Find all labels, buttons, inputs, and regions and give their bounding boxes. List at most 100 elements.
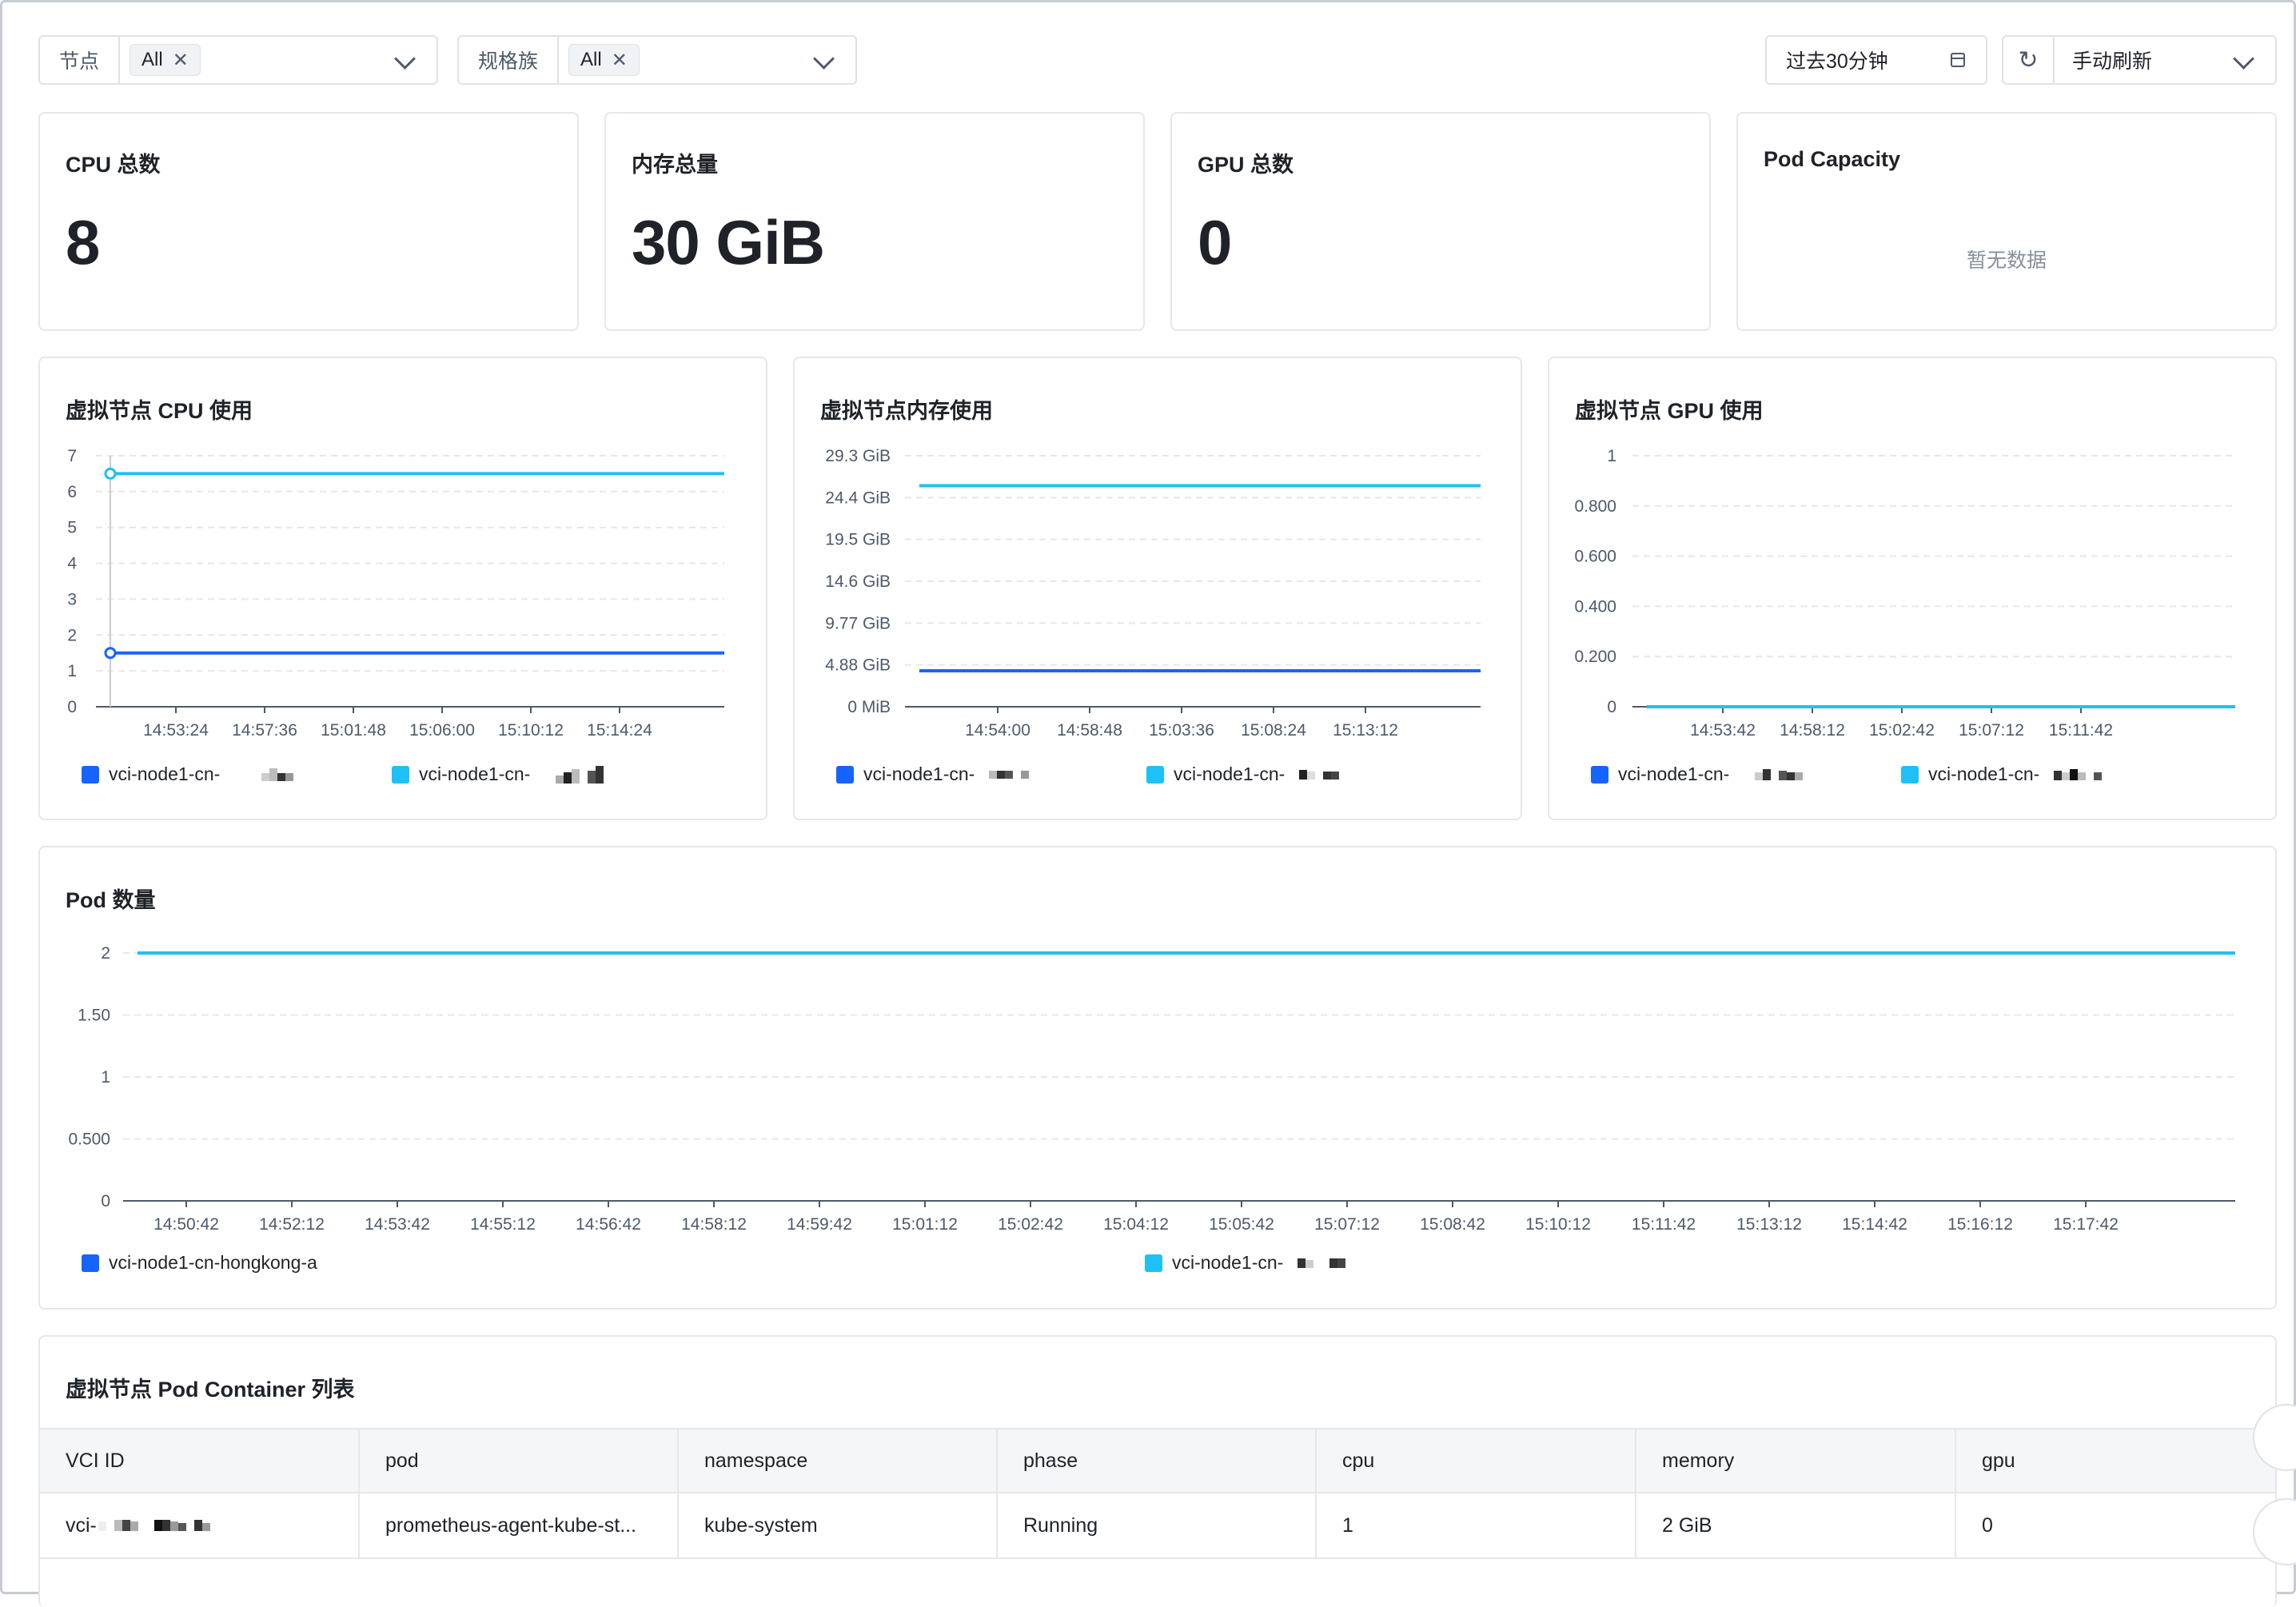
- legend-swatch: [1591, 765, 1608, 784]
- y-tick-label: 1: [101, 1068, 110, 1087]
- series-point: [104, 647, 117, 660]
- x-tick-label: 15:01:48: [321, 721, 386, 740]
- x-tick-label: 14:58:12: [681, 1215, 747, 1234]
- x-tick-label: 15:02:42: [1869, 721, 1935, 740]
- x-tick-label: 14:53:24: [143, 721, 209, 740]
- y-tick-label: 4: [67, 555, 77, 573]
- x-tick-label: 15:13:12: [1333, 721, 1398, 740]
- table-title: 虚拟节点 Pod Container 列表: [66, 1378, 355, 1402]
- chart-card-memory-usage: 虚拟节点内存使用 0 MiB 4.88 GiB 9.77 GiB 14.6 GiB 19…: [793, 357, 1522, 820]
- cell-redacted-suffix: [98, 1520, 210, 1531]
- cell-gpu: 0: [1982, 1513, 1993, 1537]
- legend-label: vci-node1-cn-: [863, 764, 975, 784]
- legend-swatch: [1901, 765, 1919, 784]
- y-tick-label: 1: [67, 662, 77, 680]
- x-tick-label: 15:14:42: [1842, 1215, 1907, 1234]
- legend-item[interactable]: vci-node1-cn-: [1901, 764, 2103, 785]
- legend-item[interactable]: vci-node1-cn-: [82, 764, 294, 785]
- x-tick-label: 14:56:42: [576, 1215, 641, 1234]
- legend-label: vci-node1-cn-: [109, 764, 221, 784]
- x-tick-label: 14:50:42: [153, 1215, 219, 1234]
- close-icon[interactable]: ✕: [173, 49, 189, 72]
- spec-family-filter-select[interactable]: 规格族 All ✕: [457, 35, 857, 85]
- x-tick-label: 14:53:42: [365, 1215, 430, 1234]
- legend-redacted-suffix: [261, 768, 294, 781]
- y-tick-label: 0: [1607, 698, 1616, 716]
- legend-swatch: [1145, 1254, 1162, 1272]
- x-tick-label: 15:17:42: [2053, 1215, 2119, 1234]
- gpu-usage-chart: 0 0.200 0.400 0.600 0.800 1 14:53:42 14:58:12 15…: [1574, 447, 2235, 740]
- x-tick-label: 14:57:36: [232, 721, 297, 740]
- x-tick-label: 14:55:12: [470, 1215, 536, 1234]
- legend-label: vci-node1-cn-: [1174, 764, 1286, 784]
- legend-item[interactable]: vci-node1-cn-: [1591, 764, 1804, 785]
- legend-label: vci-node1-cn-hongkong-a: [109, 1252, 317, 1273]
- stat-card-cpu: CPU 总数 8: [38, 112, 579, 331]
- legend-item[interactable]: vci-node1-cn-: [392, 764, 604, 785]
- x-tick-label: 15:04:12: [1103, 1215, 1169, 1234]
- cell-vci-id: vci-: [40, 1493, 360, 1557]
- chart-title: 虚拟节点 GPU 使用: [1575, 399, 1764, 423]
- stat-card-pod-capacity: Pod Capacity 暂无数据: [1736, 112, 2277, 331]
- chart-title: Pod 数量: [66, 888, 156, 912]
- cell-memory: 2 GiB: [1636, 1493, 1956, 1557]
- legend-swatch: [82, 1254, 99, 1272]
- close-icon[interactable]: ✕: [612, 49, 628, 72]
- y-tick-label: 6: [67, 483, 77, 501]
- legend-item[interactable]: vci-node1-cn-: [1146, 764, 1340, 785]
- column-header-vci-id[interactable]: VCI ID: [40, 1430, 360, 1492]
- refresh-icon: ↻: [2018, 46, 2039, 74]
- cpu-usage-chart: 0 1 2 3 4 5 6 7 14:53:24 14:57:36 15:01:48 15:06:00…: [67, 447, 724, 740]
- time-range-picker[interactable]: 过去30分钟: [1765, 35, 1987, 85]
- legend-swatch: [82, 765, 99, 784]
- legend-item[interactable]: vci-node1-cn-: [1145, 1252, 1346, 1274]
- refresh-control[interactable]: ↻ 手动刷新: [2002, 35, 2277, 85]
- column-header-memory[interactable]: memory: [1636, 1430, 1956, 1492]
- legend-item[interactable]: vci-node1-cn-hongkong-a: [82, 1252, 317, 1274]
- x-tick-label: 15:03:36: [1149, 721, 1214, 740]
- refresh-mode-select[interactable]: 手动刷新: [2055, 37, 2152, 83]
- x-tick-label: 15:02:42: [998, 1215, 1063, 1234]
- legend-item[interactable]: vci-node1-cn-: [836, 764, 1030, 785]
- y-tick-label: 0 MiB: [847, 698, 891, 716]
- cell-pod: prometheus-agent-kube-st...: [360, 1493, 679, 1557]
- legend-redacted-suffix: [556, 765, 604, 784]
- y-tick-label: 3: [67, 590, 77, 608]
- refresh-button[interactable]: ↻: [2003, 37, 2055, 83]
- stat-title: CPU 总数: [66, 153, 161, 177]
- column-header-phase[interactable]: phase: [998, 1430, 1317, 1492]
- x-tick-label: 15:08:24: [1241, 721, 1306, 740]
- pod-count-chart: 0 0.500 1 1.50 2 14:50:42 14:52:12 14:53:42 14:5…: [68, 944, 2235, 1234]
- column-header-gpu[interactable]: gpu: [1956, 1430, 2275, 1492]
- chart-card-pod-count: Pod 数量 0 0.500 1 1.50 2 14:50:42 14:52:12 14:53…: [38, 846, 2277, 1310]
- y-tick-label: 0.600: [1574, 548, 1616, 566]
- x-tick-label: 14:58:48: [1057, 721, 1122, 740]
- y-tick-label: 2: [101, 944, 110, 963]
- y-tick-label: 0.200: [1574, 648, 1616, 666]
- stat-title: Pod Capacity: [1764, 147, 1901, 171]
- column-header-cpu[interactable]: cpu: [1317, 1430, 1636, 1492]
- y-tick-label: 9.77 GiB: [825, 614, 891, 632]
- y-tick-label: 5: [67, 519, 77, 537]
- x-tick-label: 15:14:24: [587, 721, 652, 740]
- y-tick-label: 24.4 GiB: [825, 488, 891, 507]
- x-tick-label: 15:08:42: [1420, 1215, 1485, 1234]
- y-tick-label: 19.5 GiB: [825, 531, 891, 549]
- y-tick-label: 29.3 GiB: [825, 447, 891, 465]
- x-tick-label: 15:10:12: [1525, 1215, 1591, 1234]
- stat-value: 8: [66, 207, 100, 277]
- node-filter-tag: All ✕: [130, 44, 201, 76]
- chart-title: 虚拟节点内存使用: [820, 399, 993, 423]
- y-tick-label: 0.400: [1574, 597, 1616, 616]
- y-tick-label: 7: [67, 447, 77, 465]
- node-filter-select[interactable]: 节点 All ✕: [38, 35, 438, 85]
- column-header-pod[interactable]: pod: [360, 1430, 679, 1492]
- y-tick-label: 0.500: [68, 1130, 110, 1149]
- table-row[interactable]: vci- prometheus-agent-kube-st... kube-sy…: [40, 1493, 2275, 1559]
- legend-swatch: [392, 765, 409, 784]
- column-header-namespace[interactable]: namespace: [679, 1430, 998, 1492]
- spec-family-filter-tag-label: All: [580, 49, 602, 70]
- legend-label: vci-node1-cn-: [419, 764, 531, 784]
- chevron-down-icon: [2233, 48, 2254, 70]
- stat-card-memory: 内存总量 30 GiB: [604, 112, 1145, 331]
